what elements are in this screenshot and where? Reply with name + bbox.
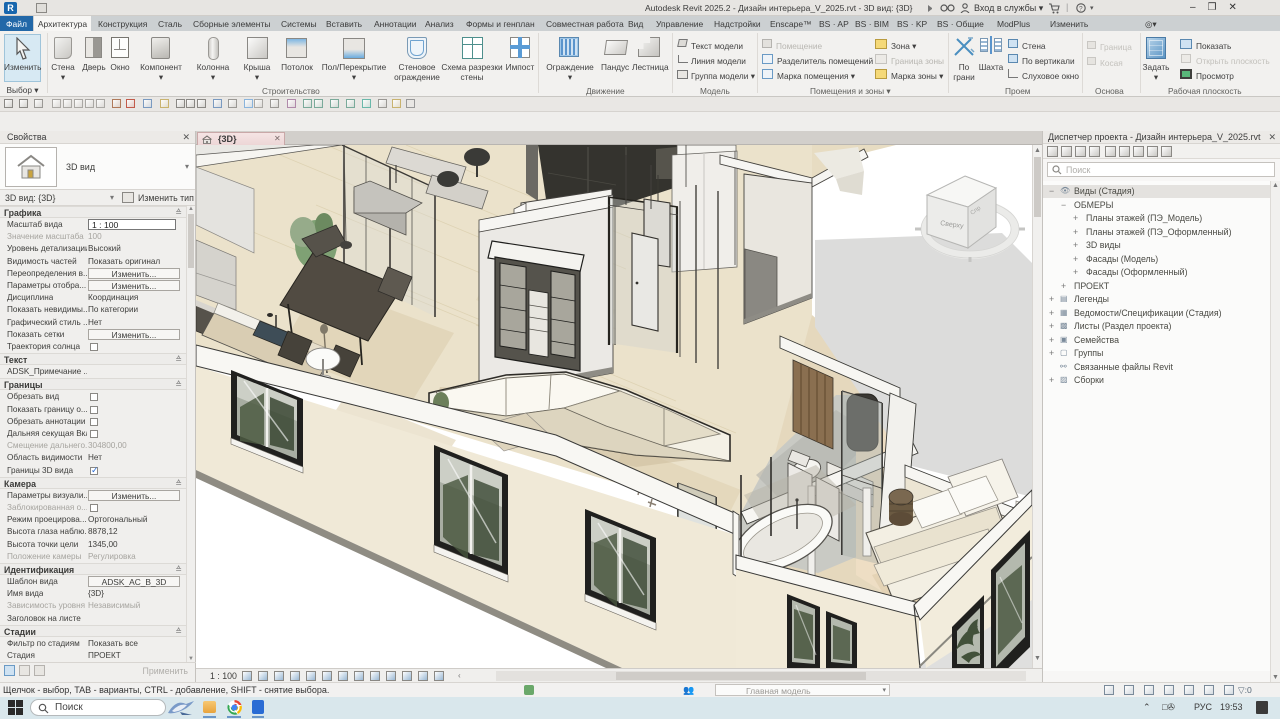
svg-text:?: ? (1079, 5, 1083, 12)
